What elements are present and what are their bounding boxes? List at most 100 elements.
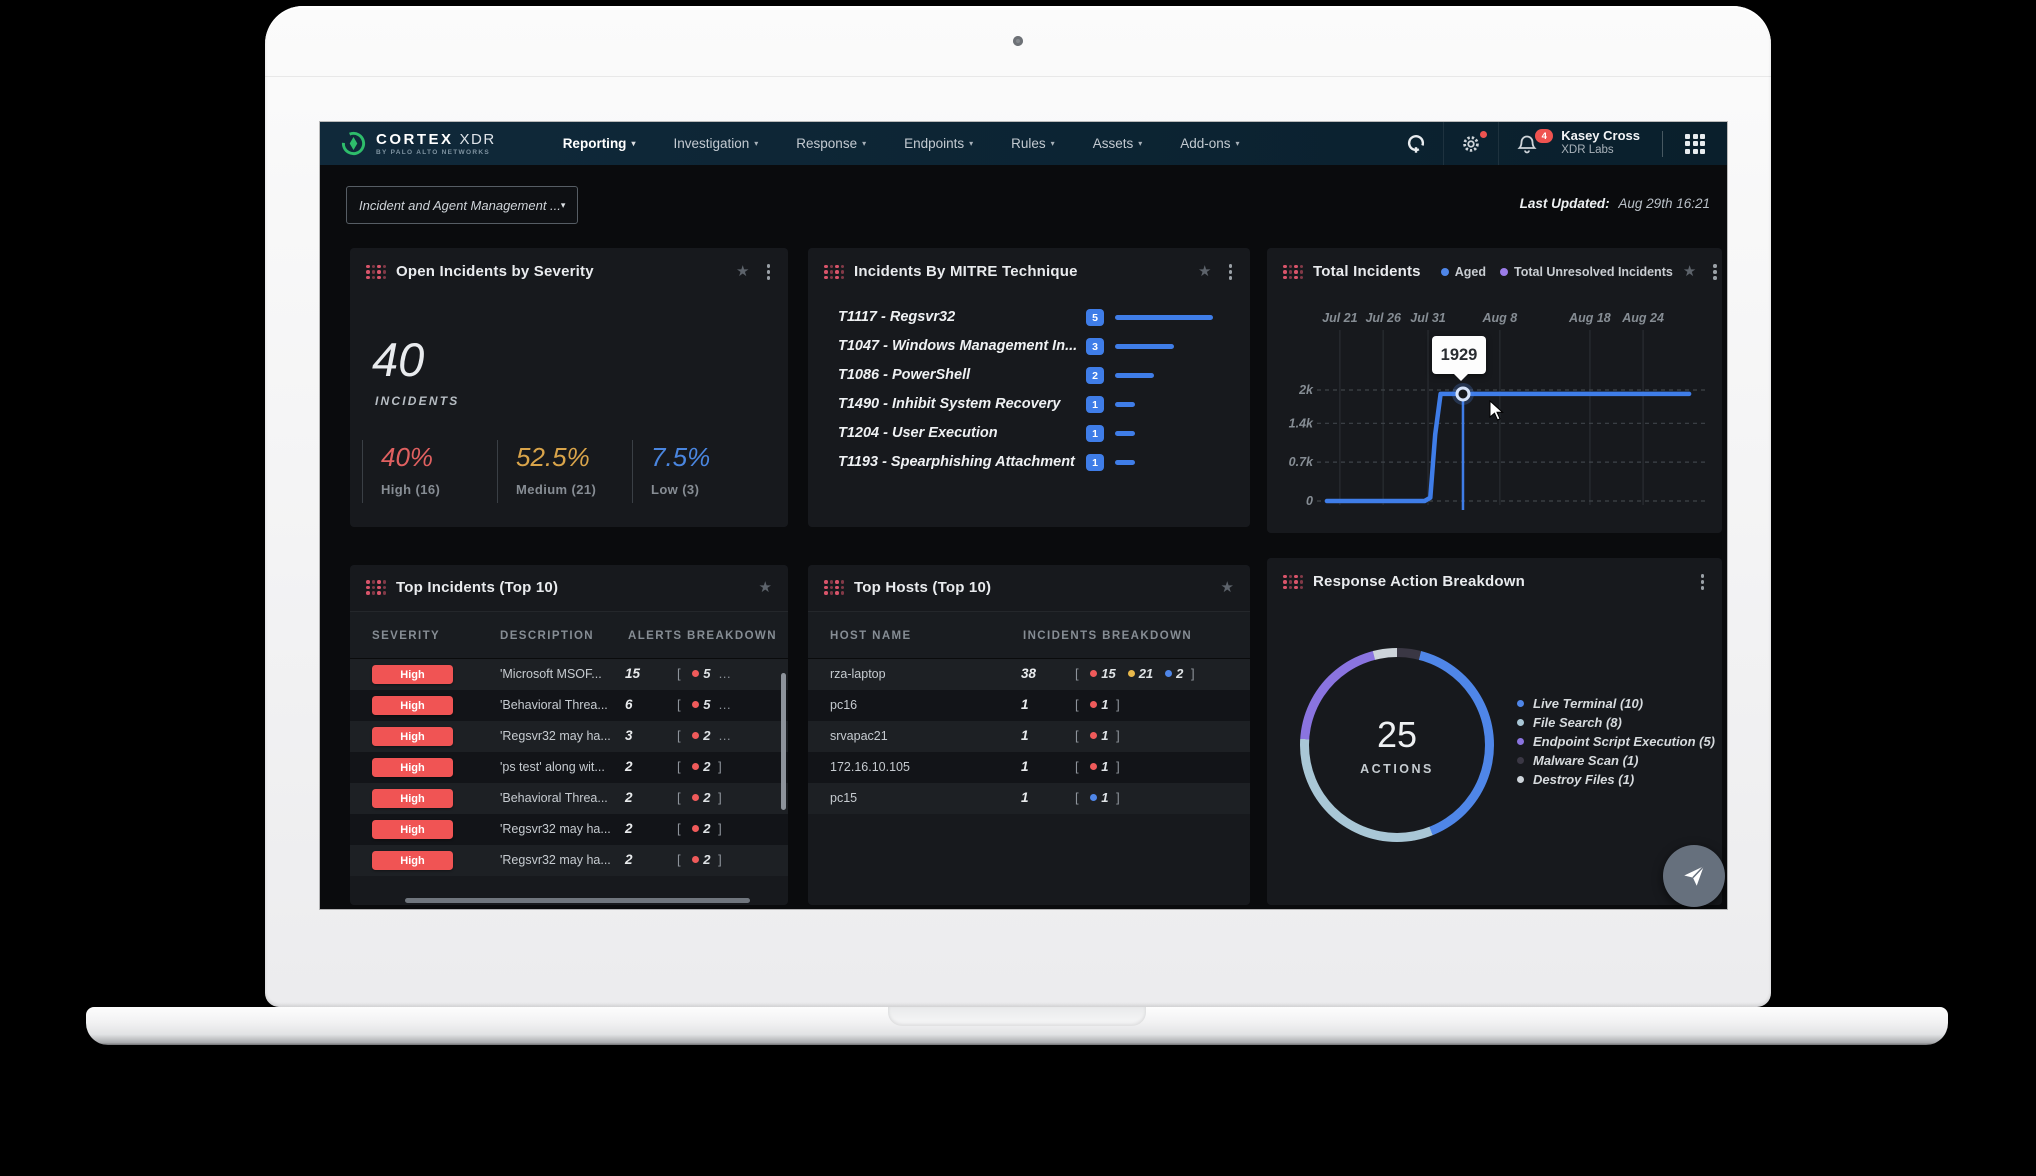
help-hub-button[interactable] bbox=[1389, 122, 1443, 165]
send-icon bbox=[1681, 863, 1707, 889]
severity-stat: 7.5%Low (3) bbox=[632, 440, 767, 503]
table-row[interactable]: rza-laptop38[ 15212 ] bbox=[808, 659, 1250, 690]
severity-badge: High bbox=[372, 727, 453, 746]
table-row[interactable]: High'Behavioral Threa...2[ 2 ] bbox=[350, 783, 788, 814]
breakdown-value: 5 bbox=[703, 697, 710, 712]
kebab-menu-icon[interactable] bbox=[1227, 262, 1235, 282]
legend-item[interactable]: Destroy Files (1) bbox=[1517, 770, 1715, 789]
column-alerts-breakdown: ALERTS BREAKDOWN bbox=[628, 630, 777, 642]
table-row[interactable]: pc161[ 1 ] bbox=[808, 690, 1250, 721]
legend-label: Destroy Files (1) bbox=[1533, 772, 1634, 787]
mitre-row[interactable]: T1490 - Inhibit System Recovery1 bbox=[808, 391, 1250, 420]
mitre-row[interactable]: T1193 - Spearphishing Attachment1 bbox=[808, 449, 1250, 478]
kebab-menu-icon[interactable] bbox=[1699, 572, 1707, 592]
bar bbox=[1115, 344, 1174, 349]
breakdown-value: 2 bbox=[703, 852, 710, 867]
breakdown-brackets: [ 1 ] bbox=[1075, 697, 1120, 712]
widget-response-action-breakdown: Response Action Breakdown 25 ACTIONS Liv… bbox=[1267, 558, 1722, 905]
mitre-row[interactable]: T1047 - Windows Management In...3 bbox=[808, 333, 1250, 362]
technique-label: T1490 - Inhibit System Recovery bbox=[838, 396, 1060, 412]
breakdown-brackets: [ 1 ] bbox=[1075, 759, 1120, 774]
breakdown-value: 2 bbox=[703, 728, 710, 743]
user-menu[interactable]: Kasey Cross XDR Labs bbox=[1561, 129, 1640, 157]
table-row[interactable]: 172.16.10.1051[ 1 ] bbox=[808, 752, 1250, 783]
table-row[interactable]: srvapac211[ 1 ] bbox=[808, 721, 1250, 752]
svg-text:Aug 18: Aug 18 bbox=[1568, 311, 1611, 325]
column-host-name: HOST NAME bbox=[830, 630, 912, 642]
table-row[interactable]: High'Regsvr32 may ha...3[ 2 … bbox=[350, 721, 788, 752]
nav-item-rules[interactable]: Rules▾ bbox=[992, 136, 1074, 151]
nav-item-assets[interactable]: Assets▾ bbox=[1074, 136, 1162, 151]
vertical-scrollbar[interactable] bbox=[781, 673, 786, 810]
severity-badge: High bbox=[372, 820, 453, 839]
cortex-logo-icon bbox=[340, 130, 367, 157]
column-incidents-breakdown: INCIDENTS BREAKDOWN bbox=[1023, 630, 1192, 642]
chevron-down-icon: ▾ bbox=[754, 139, 758, 148]
widget-top-hosts: Top Hosts (Top 10) ★ HOST NAME INCIDENTS… bbox=[808, 565, 1250, 905]
legend-item[interactable]: Live Terminal (10) bbox=[1517, 694, 1715, 713]
breakdown-brackets: [ 1 ] bbox=[1075, 790, 1120, 805]
table-row[interactable]: High'Behavioral Threa...6[ 5 … bbox=[350, 690, 788, 721]
alert-count: 2 bbox=[625, 852, 633, 867]
legend-dot bbox=[1517, 776, 1524, 783]
table-row[interactable]: High'Microsoft MSOF...15[ 5 … bbox=[350, 659, 788, 690]
legend-item[interactable]: File Search (8) bbox=[1517, 713, 1715, 732]
table-row[interactable]: pc151[ 1 ] bbox=[808, 783, 1250, 814]
incident-description: 'Regsvr32 may ha... bbox=[500, 853, 611, 867]
settings-button[interactable] bbox=[1443, 122, 1498, 165]
breakdown-dot bbox=[1090, 701, 1097, 708]
alerts-breakdown: [ 2 … bbox=[677, 728, 731, 743]
favorite-star-icon[interactable]: ★ bbox=[1198, 264, 1211, 279]
mitre-row[interactable]: T1204 - User Execution1 bbox=[808, 420, 1250, 449]
dashboard-selector-dropdown[interactable]: Incident and Agent Management ... ▾ bbox=[346, 186, 578, 224]
last-updated-value: Aug 29th 16:21 bbox=[1618, 196, 1710, 211]
user-name: Kasey Cross bbox=[1561, 129, 1640, 144]
severity-badge: High bbox=[372, 789, 453, 808]
settings-alert-dot bbox=[1480, 131, 1487, 138]
response-actions-donut-chart[interactable]: 25 ACTIONS bbox=[1300, 648, 1494, 842]
mitre-row[interactable]: T1117 - Regsvr325 bbox=[808, 304, 1250, 333]
mitre-row[interactable]: T1086 - PowerShell2 bbox=[808, 362, 1250, 391]
total-incidents-line-chart[interactable]: Jul 21Jul 26Jul 31Aug 8Aug 18Aug 242k1.4… bbox=[1267, 248, 1722, 533]
svg-text:Aug 8: Aug 8 bbox=[1481, 311, 1517, 325]
legend-item[interactable]: Malware Scan (1) bbox=[1517, 751, 1715, 770]
nav-item-reporting[interactable]: Reporting▾ bbox=[544, 136, 655, 151]
hub-q-icon bbox=[1405, 133, 1427, 155]
cortex-xdr-logo[interactable]: CORTEX XDR BY PALO ALTO NETWORKS bbox=[340, 130, 496, 157]
incidents-breakdown: [ 1 ] bbox=[1075, 790, 1120, 805]
nav-item-investigation[interactable]: Investigation▾ bbox=[654, 136, 777, 151]
table-row[interactable]: High'Regsvr32 may ha...2[ 2 ] bbox=[350, 814, 788, 845]
svg-text:Jul 26: Jul 26 bbox=[1365, 311, 1401, 325]
table-row[interactable]: High'ps test' along wit...2[ 2 ] bbox=[350, 752, 788, 783]
nav-item-response[interactable]: Response▾ bbox=[777, 136, 885, 151]
favorite-star-icon[interactable]: ★ bbox=[736, 264, 749, 279]
feedback-button[interactable] bbox=[1663, 845, 1725, 907]
nav-item-endpoints[interactable]: Endpoints▾ bbox=[885, 136, 992, 151]
kebab-menu-icon[interactable] bbox=[765, 262, 773, 282]
incident-total: 40 bbox=[372, 332, 424, 387]
count-badge: 3 bbox=[1086, 338, 1104, 355]
breakdown-brackets: [ 2 … bbox=[677, 728, 731, 743]
horizontal-scrollbar[interactable] bbox=[405, 898, 750, 903]
app-launcher-button[interactable] bbox=[1685, 134, 1705, 154]
notifications-button[interactable]: 4 bbox=[1498, 122, 1555, 165]
laptop-base bbox=[86, 1007, 1948, 1045]
nav-item-label: Rules bbox=[1011, 136, 1046, 151]
favorite-star-icon[interactable]: ★ bbox=[759, 580, 772, 595]
severity-breakdown: 40%High (16)52.5%Medium (21)7.5%Low (3) bbox=[362, 440, 767, 503]
severity-stat: 40%High (16) bbox=[362, 440, 497, 503]
chevron-down-icon: ▾ bbox=[969, 139, 973, 148]
severity-stat: 52.5%Medium (21) bbox=[497, 440, 632, 503]
alert-count: 15 bbox=[625, 666, 640, 681]
favorite-star-icon[interactable]: ★ bbox=[1221, 580, 1234, 595]
widget-title: Open Incidents by Severity bbox=[396, 263, 594, 280]
legend-dot bbox=[1517, 757, 1524, 764]
incident-count: 38 bbox=[1021, 666, 1036, 681]
legend-item[interactable]: Endpoint Script Execution (5) bbox=[1517, 732, 1715, 751]
severity-label: Low (3) bbox=[651, 482, 767, 497]
table-row[interactable]: High'Regsvr32 may ha...2[ 2 ] bbox=[350, 845, 788, 876]
nav-item-add-ons[interactable]: Add-ons▾ bbox=[1161, 136, 1258, 151]
top-nav-bar: CORTEX XDR BY PALO ALTO NETWORKS Reporti… bbox=[320, 122, 1727, 165]
last-updated: Last Updated: Aug 29th 16:21 bbox=[1520, 196, 1710, 211]
incidents-breakdown: [ 1 ] bbox=[1075, 697, 1120, 712]
